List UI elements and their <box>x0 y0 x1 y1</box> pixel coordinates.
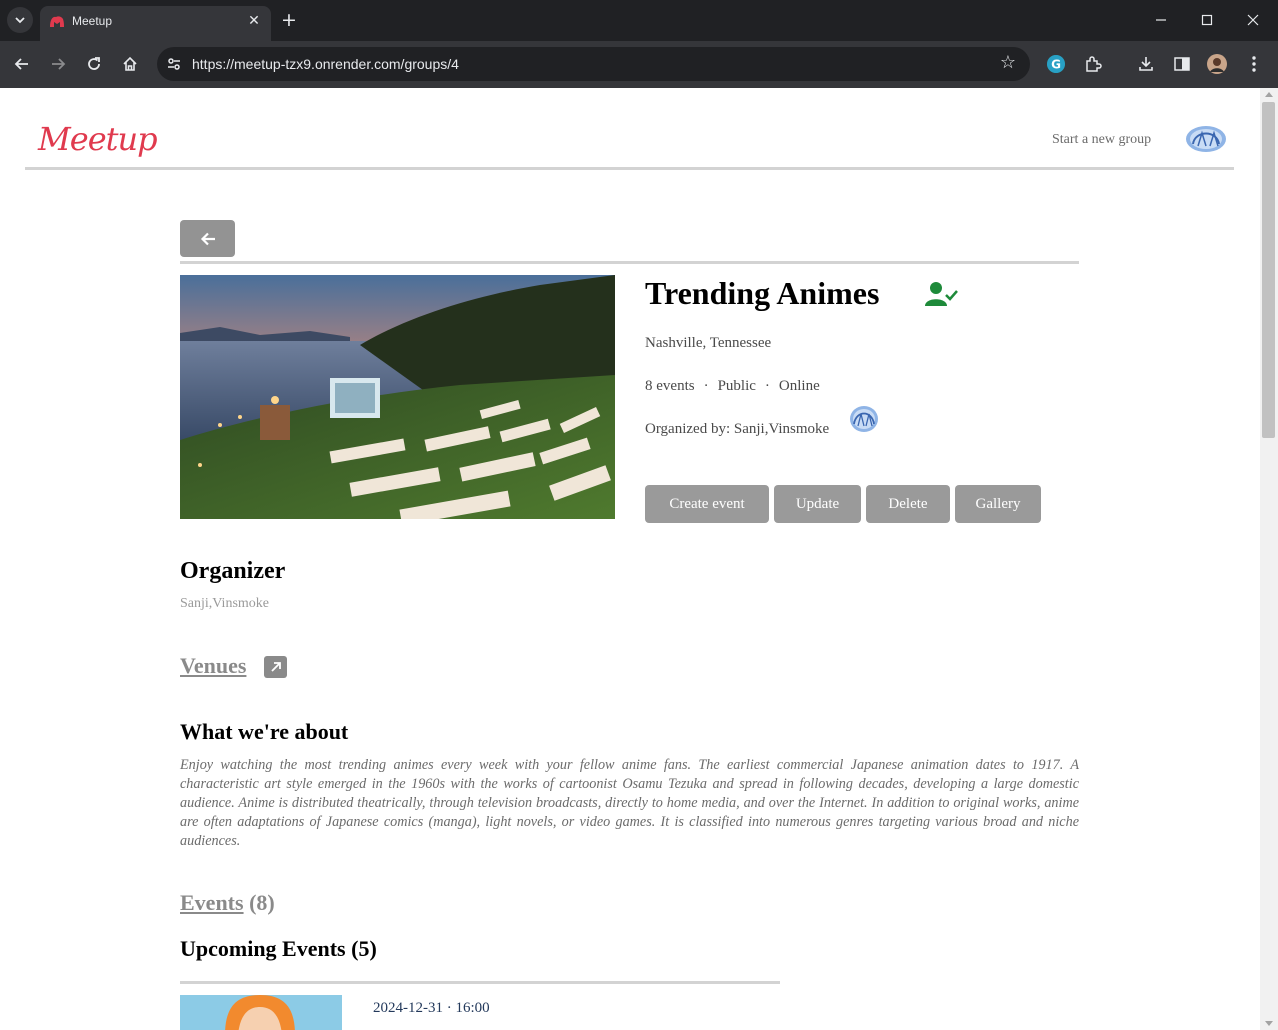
extensions-puzzle-icon[interactable] <box>1082 53 1104 75</box>
home-icon <box>123 56 137 71</box>
minimize-icon <box>1156 19 1166 21</box>
forward-nav-button[interactable] <box>47 53 69 75</box>
close-tab-icon[interactable]: ✕ <box>245 12 263 30</box>
page-viewport: Meetup Start a new group Trending Animes… <box>0 88 1260 1030</box>
back-button[interactable] <box>180 220 235 257</box>
minimize-button[interactable] <box>1151 10 1171 30</box>
venues-link[interactable]: Venues <box>180 653 246 679</box>
group-location: Nashville, Tennessee <box>645 335 772 351</box>
scroll-down-arrow-icon[interactable] <box>1265 1021 1273 1026</box>
side-panel-icon[interactable] <box>1171 53 1193 75</box>
reload-button[interactable] <box>83 53 105 75</box>
organized-by: Organized by: Sanji,Vinsmoke <box>645 421 830 437</box>
browser-toolbar: https://meetup-tzx9.onrender.com/groups/… <box>0 41 1278 88</box>
kebab-menu-icon[interactable] <box>1243 53 1265 75</box>
member-check-icon <box>925 282 958 306</box>
browser-tab[interactable]: Meetup ✕ <box>40 6 271 41</box>
group-meta: 8 events · Public · Online <box>645 378 820 395</box>
group-title: Trending Animes <box>645 275 880 311</box>
tab-search-button[interactable] <box>7 7 33 33</box>
grammarly-extension-icon[interactable]: G <box>1045 53 1067 75</box>
downloads-icon[interactable] <box>1135 53 1157 75</box>
user-avatar-icon[interactable] <box>1185 124 1227 154</box>
gallery-button[interactable]: Gallery <box>955 485 1041 523</box>
organizer-avatar-icon <box>850 406 878 432</box>
address-bar[interactable]: https://meetup-tzx9.onrender.com/groups/… <box>157 47 1030 81</box>
tab-title: Meetup <box>72 14 113 28</box>
close-icon <box>1247 14 1259 26</box>
group-cover-image <box>180 275 615 519</box>
new-tab-button[interactable]: + <box>281 9 297 31</box>
site-settings-icon[interactable] <box>165 55 183 73</box>
scroll-up-arrow-icon[interactable] <box>1265 92 1273 97</box>
create-event-button[interactable]: Create event <box>645 485 769 523</box>
group-privacy: Public <box>717 378 756 394</box>
home-button[interactable] <box>119 53 141 75</box>
maximize-button[interactable] <box>1197 10 1217 30</box>
events-link[interactable]: Events <box>180 890 244 915</box>
events-divider <box>180 981 780 984</box>
meta-separator: · <box>764 378 770 394</box>
svg-text:G: G <box>1051 58 1061 72</box>
maximize-icon <box>1201 14 1213 26</box>
chevron-down-icon <box>15 17 25 24</box>
external-link-icon[interactable] <box>264 656 287 678</box>
meetup-logo[interactable]: Meetup <box>38 120 158 158</box>
start-new-group-link[interactable]: Start a new group <box>1052 132 1151 148</box>
profile-avatar-icon[interactable] <box>1206 53 1228 75</box>
arrow-left-icon <box>14 58 28 70</box>
site-header: Meetup Start a new group <box>25 88 1234 170</box>
arrow-left-icon <box>200 232 215 245</box>
arrow-right-icon <box>52 58 66 70</box>
reload-icon <box>88 57 100 70</box>
event-datetime: 2024-12-31 · 16:00 <box>373 1000 490 1016</box>
back-nav-button[interactable] <box>11 53 33 75</box>
meta-separator: · <box>703 378 709 394</box>
events-heading: Events (8) <box>180 890 275 916</box>
page-scrollbar[interactable] <box>1260 88 1278 1030</box>
events-count: 8 events <box>645 378 695 394</box>
organizer-heading: Organizer <box>180 558 286 584</box>
url-text[interactable]: https://meetup-tzx9.onrender.com/groups/… <box>192 56 459 72</box>
events-total: (8) <box>249 890 275 915</box>
update-button[interactable]: Update <box>774 485 861 523</box>
event-thumbnail[interactable] <box>180 995 342 1030</box>
scroll-thumb[interactable] <box>1262 102 1275 438</box>
upcoming-events-heading: Upcoming Events (5) <box>180 936 377 961</box>
section-divider <box>180 261 1079 264</box>
close-window-button[interactable] <box>1243 10 1263 30</box>
organizer-name: Sanji,Vinsmoke <box>180 596 269 611</box>
about-text: Enjoy watching the most trending animes … <box>180 757 1079 849</box>
group-type: Online <box>778 378 820 394</box>
about-heading: What we're about <box>180 719 349 744</box>
meetup-favicon-icon <box>50 16 64 27</box>
bookmark-star-icon[interactable]: ☆ <box>1000 53 1016 73</box>
delete-button[interactable]: Delete <box>866 485 950 523</box>
browser-tab-bar: Meetup ✕ + <box>0 0 1278 41</box>
